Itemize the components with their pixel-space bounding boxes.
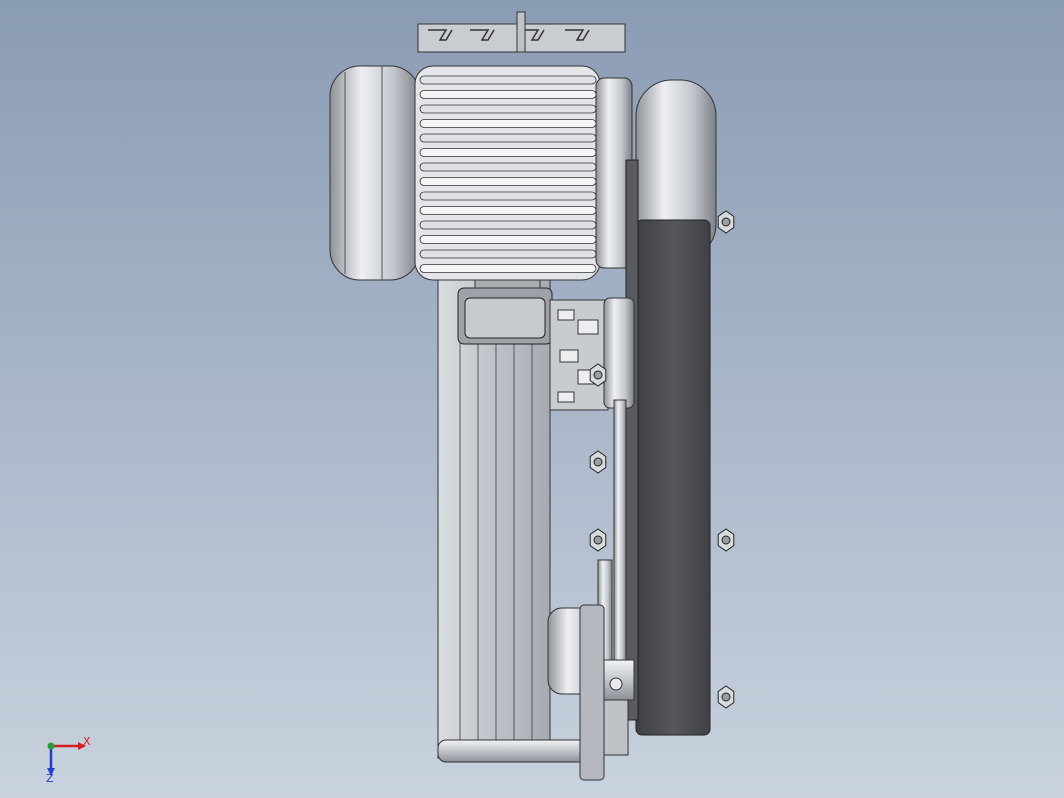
cooling-fin xyxy=(419,119,597,128)
y-axis-dot-icon xyxy=(47,742,55,750)
cooling-fin xyxy=(419,206,597,215)
x-axis-label: X xyxy=(83,735,91,748)
motor-end-cap xyxy=(329,65,421,281)
belt-cover xyxy=(625,79,717,736)
cooling-fin xyxy=(419,235,597,244)
cooling-fin xyxy=(419,90,597,99)
hex-nut-icon xyxy=(717,210,735,234)
hex-nut-icon xyxy=(589,528,607,552)
hex-nut-icon xyxy=(589,363,607,387)
cooling-fin xyxy=(419,249,597,259)
hex-nut-icon xyxy=(717,685,735,709)
top-extrusion-rail xyxy=(417,11,626,53)
cooling-fin xyxy=(419,177,597,186)
cooling-fin xyxy=(419,148,597,157)
cooling-fin xyxy=(419,75,597,85)
motor-body xyxy=(414,65,633,281)
cooling-fin xyxy=(419,104,597,114)
cad-viewport[interactable]: X Z xyxy=(0,0,1064,798)
cooling-fin xyxy=(419,191,597,201)
coordinate-triad: X Z xyxy=(42,735,91,785)
cooling-fin xyxy=(419,220,597,230)
hex-nut-icon xyxy=(589,450,607,474)
cooling-fin xyxy=(419,133,597,143)
side-extrusion-block xyxy=(549,297,635,411)
z-axis-label: Z xyxy=(46,772,54,785)
hex-nut-icon xyxy=(717,528,735,552)
cooling-fin xyxy=(419,162,597,172)
cooling-fin xyxy=(419,264,597,273)
